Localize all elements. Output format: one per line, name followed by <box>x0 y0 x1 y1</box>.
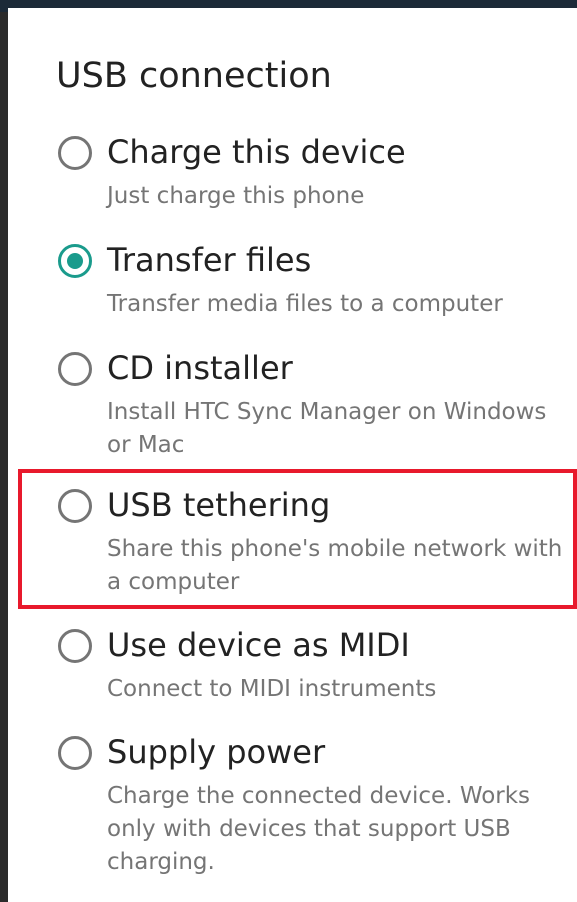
radio-button-icon[interactable] <box>58 736 92 770</box>
radio-button-icon[interactable] <box>58 629 92 663</box>
option-description: Connect to MIDI instruments <box>107 676 437 702</box>
option-cd-installer[interactable]: CD installer Install HTC Sync Manager on… <box>8 336 577 461</box>
option-transfer-files[interactable]: Transfer files Transfer media files to a… <box>8 228 577 323</box>
option-charge-this-device[interactable]: Charge this device Just charge this phon… <box>8 120 577 215</box>
option-label: Charge this device <box>107 133 406 171</box>
option-description: Charge the connected device. Works only … <box>107 783 531 875</box>
radio-button-icon[interactable] <box>58 136 92 170</box>
option-use-device-as-midi[interactable]: Use device as MIDI Connect to MIDI instr… <box>8 613 577 708</box>
usb-connection-dialog: USB connection Charge this device Just c… <box>8 8 577 902</box>
option-label: CD installer <box>107 349 293 387</box>
option-label: Transfer files <box>107 241 312 279</box>
radio-button-checked-icon[interactable] <box>58 244 92 278</box>
highlight-box <box>18 469 577 609</box>
option-description: Just charge this phone <box>107 183 365 209</box>
option-label: Use device as MIDI <box>107 626 410 664</box>
option-label: Supply power <box>107 733 326 771</box>
option-supply-power[interactable]: Supply power Charge the connected device… <box>8 720 577 890</box>
option-description: Transfer media files to a computer <box>107 291 503 317</box>
radio-button-icon[interactable] <box>58 352 92 386</box>
option-description: Install HTC Sync Manager on Windows or M… <box>107 399 547 458</box>
dialog-title: USB connection <box>56 56 332 96</box>
